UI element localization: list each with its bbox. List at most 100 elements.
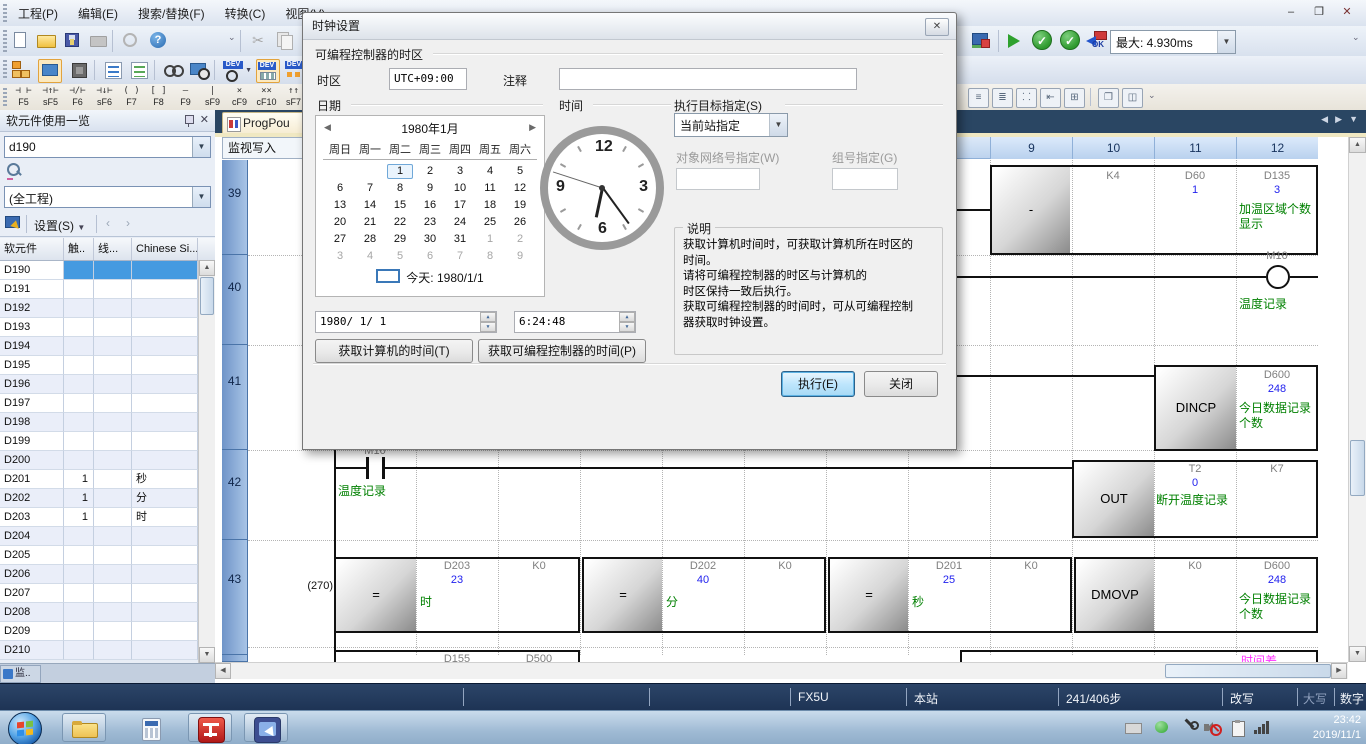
table-row[interactable]: D194 (0, 337, 215, 356)
calendar-day[interactable]: 29 (385, 231, 415, 248)
taskbar-clock[interactable]: 23:42 2019/11/1 (1313, 713, 1361, 743)
ladder-symbol-button[interactable]: ⊣↑⊢ sF5 (37, 86, 64, 108)
comment-field[interactable] (559, 68, 857, 90)
ladder-symbol-button[interactable]: [ ] F8 (145, 86, 172, 108)
calendar-day[interactable]: 25 (475, 214, 505, 231)
table-row[interactable]: D197 (0, 394, 215, 413)
spin-down-icon[interactable]: ▼ (480, 322, 496, 332)
note-display-icon[interactable]: ≣ (992, 88, 1013, 108)
menu-item[interactable]: 转换(C) (215, 0, 276, 27)
device-table-header[interactable]: 软元件 触.. 线... Chinese Si... (0, 238, 215, 261)
spin-up-icon[interactable]: ▲ (619, 312, 635, 322)
toolbar-overflow-icon[interactable]: ⌄ (1148, 90, 1156, 101)
network-signal-tray-icon[interactable] (1254, 720, 1270, 736)
taskbar-remote-button[interactable] (244, 713, 288, 742)
close-panel-icon[interactable]: ✕ (200, 113, 209, 126)
get-plc-time-button[interactable]: 获取可编程控制器的时间(P) (478, 339, 646, 363)
table-scrollbar[interactable]: ▲ ▼ (198, 260, 216, 663)
window-tile-icon[interactable]: ◫ (1122, 88, 1143, 108)
time-spinner[interactable]: ▲ ▼ (619, 312, 635, 332)
keyboard-tray-icon[interactable] (1125, 720, 1141, 736)
start-button[interactable] (8, 712, 42, 744)
calendar-today-row[interactable]: 今天: 1980/1/1 (316, 269, 544, 286)
device-list-icon[interactable] (128, 59, 150, 81)
rung-number[interactable]: 42 (222, 450, 248, 540)
execute-button[interactable]: 执行(E) (781, 371, 855, 397)
calendar-day[interactable]: 17 (445, 197, 475, 214)
calendar-day[interactable]: 4 (355, 248, 385, 265)
vertical-scrollbar[interactable]: ▲ ▼ (1348, 137, 1366, 662)
calendar-day[interactable]: 20 (325, 214, 355, 231)
taskbar-explorer-button[interactable] (62, 713, 106, 742)
calendar-day[interactable]: 22 (385, 214, 415, 231)
calendar-day[interactable]: 6 (325, 180, 355, 197)
calendar-day[interactable]: 5 (505, 163, 535, 180)
toolbar-grip[interactable] (3, 30, 7, 52)
calendar-day[interactable]: 8 (475, 248, 505, 265)
table-row[interactable]: D210 (0, 641, 215, 660)
scope-combo[interactable]: (全工程) ▼ (4, 186, 211, 208)
table-row[interactable]: D199 (0, 432, 215, 451)
wrap-display-icon[interactable]: ⇤ (1040, 88, 1061, 108)
ladder-symbol-button[interactable]: | sF9 (199, 86, 226, 108)
rung-number[interactable]: 39 (222, 160, 248, 255)
calendar-day[interactable]: 13 (325, 197, 355, 214)
toolbar-grip[interactable] (3, 4, 7, 22)
save-icon[interactable] (62, 30, 82, 50)
tab-list-icon[interactable]: ▼ (1349, 114, 1358, 124)
scan-time-dropdown[interactable]: 最大: 4.930ms ▼ (1110, 30, 1236, 54)
settings-button[interactable]: 设置(S) ▼ (34, 217, 85, 234)
target-station-dropdown[interactable]: 当前站指定 ▼ (674, 113, 788, 137)
calendar-day[interactable]: 9 (415, 180, 445, 197)
chat-tray-icon[interactable] (1155, 720, 1171, 736)
table-row[interactable]: D203 1 时 (0, 508, 215, 527)
column-header[interactable]: 触.. (64, 238, 94, 260)
prev-result-icon[interactable]: ‹ (106, 216, 110, 230)
toolbar-grip[interactable] (3, 88, 7, 106)
calendar-day[interactable]: 15 (385, 197, 415, 214)
table-row[interactable]: D200 (0, 451, 215, 470)
get-pc-time-button[interactable]: 获取计算机的时间(T) (315, 339, 473, 363)
monitor-mode-icon[interactable] (970, 30, 990, 50)
table-row[interactable]: D207 (0, 584, 215, 603)
calendar-day[interactable]: 1 (475, 231, 505, 248)
volume-muted-tray-icon[interactable] (1204, 720, 1220, 736)
find-icon[interactable] (162, 59, 184, 81)
ladder-symbol-button[interactable]: ⊣/⊢ F6 (64, 86, 91, 108)
close-icon[interactable]: ✕ (925, 18, 949, 36)
find-in-window-icon[interactable] (188, 59, 210, 81)
scroll-down-icon[interactable]: ▼ (1349, 646, 1366, 662)
calendar-day[interactable]: 24 (445, 214, 475, 231)
table-row[interactable]: D191 (0, 280, 215, 299)
calendar-day[interactable]: 27 (325, 231, 355, 248)
verify-check-icon[interactable]: ✓ (1032, 30, 1052, 50)
close-dialog-button[interactable]: 关闭 (864, 371, 938, 397)
new-project-icon[interactable] (10, 30, 30, 50)
column-header[interactable]: 软元件 (0, 238, 64, 260)
calendar-day[interactable]: 30 (415, 231, 445, 248)
spin-down-icon[interactable]: ▼ (619, 322, 635, 332)
toolbar-overflow-icon[interactable]: ⌄ (228, 32, 236, 43)
calendar-next-icon[interactable]: ▶ (529, 122, 536, 133)
device-usage-list-icon[interactable]: DEV (256, 59, 280, 83)
calendar-day[interactable]: 9 (505, 248, 535, 265)
scroll-up-icon[interactable]: ▲ (1349, 137, 1366, 153)
date-spinner[interactable]: ▲ ▼ (480, 312, 496, 332)
calendar-day[interactable]: 12 (505, 180, 535, 197)
calendar-day[interactable]: 1 (385, 163, 415, 180)
chevron-down-icon[interactable]: ▼ (1217, 31, 1235, 53)
ladder-symbol-button[interactable]: ⊣ ⊢ F5 (10, 86, 37, 108)
table-row[interactable]: D209 (0, 622, 215, 641)
toolbar-overflow-icon[interactable]: ⌄ (1352, 32, 1360, 43)
calendar-day[interactable]: 5 (385, 248, 415, 265)
calendar-day[interactable]: 4 (475, 163, 505, 180)
scroll-up-icon[interactable]: ▲ (199, 260, 215, 276)
calendar-day[interactable]: 31 (445, 231, 475, 248)
cross-reference-list-icon[interactable] (102, 59, 124, 81)
table-row[interactable]: D192 (0, 299, 215, 318)
tool-tray-icon[interactable] (1182, 720, 1198, 736)
display-settings-icon[interactable] (5, 215, 21, 231)
chevron-down-icon[interactable]: ▼ (192, 137, 210, 157)
taskbar-gxworks-button[interactable] (188, 713, 232, 742)
project-tree-icon[interactable] (10, 59, 32, 81)
